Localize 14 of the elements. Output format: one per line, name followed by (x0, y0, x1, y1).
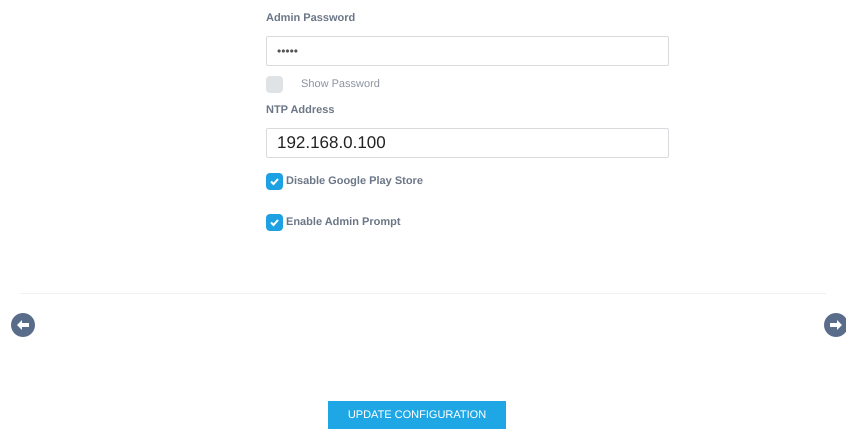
checkbox[interactable] (266, 214, 283, 230)
field-label: NTP Address (266, 103, 336, 118)
checkmark-icon (269, 176, 280, 186)
checkbox[interactable] (266, 76, 283, 92)
password-field[interactable]: ••••• (266, 36, 669, 66)
checkbox-label: Enable Admin Prompt (286, 216, 400, 228)
ntp-address-field[interactable]: 192.168.0.100 (266, 128, 669, 158)
checkbox[interactable] (266, 172, 283, 190)
checkbox-label: Show Password (301, 78, 380, 90)
arrow-right-icon[interactable] (824, 313, 846, 337)
checkbox-label: Disable Google Play Store (286, 175, 423, 187)
arrow-left-icon[interactable] (11, 313, 35, 337)
checkmark-icon (269, 216, 280, 228)
field-label: Admin Password (266, 11, 356, 26)
